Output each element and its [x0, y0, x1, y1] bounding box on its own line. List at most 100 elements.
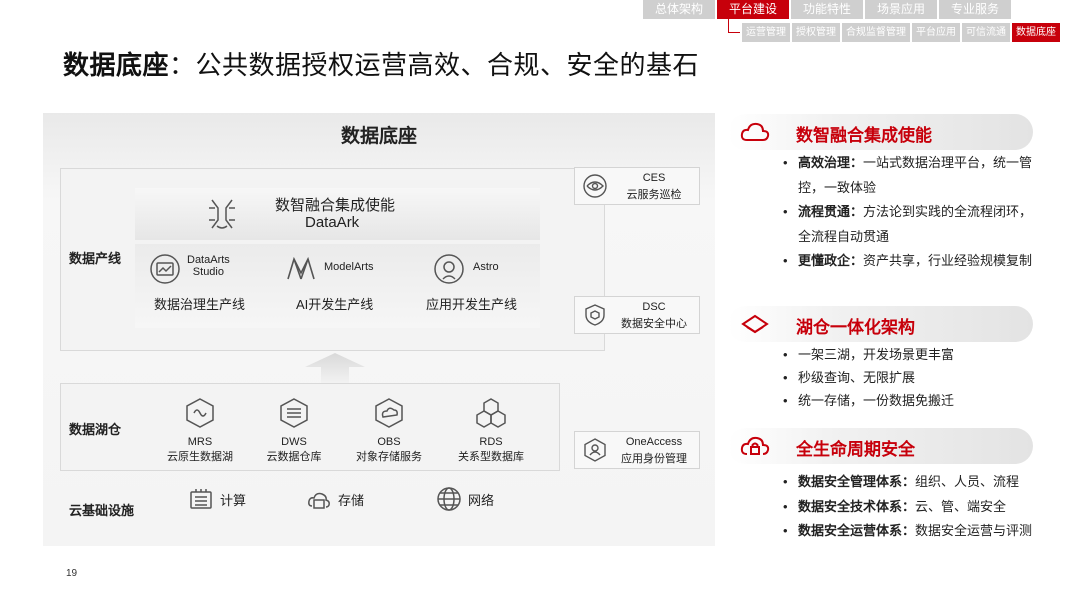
bullet-bold: 更懂政企：	[798, 253, 864, 268]
section-title-security: 全生命周期安全	[796, 440, 915, 459]
astro-label: 应用开发生产线	[426, 297, 518, 312]
nav-tab-features[interactable]: 功能特性	[791, 0, 863, 19]
rds-name: RDS	[479, 436, 503, 448]
section-banner-integration: 数智融合集成使能	[728, 114, 1033, 150]
infra-compute-label: 计算	[220, 492, 247, 508]
ces-label: 云服务巡检	[626, 189, 682, 201]
infra-network-label: 网络	[468, 492, 495, 508]
layer-label-lake: 数据湖仓	[69, 422, 122, 437]
side-box-oneaccess: OneAccess 应用身份管理	[574, 431, 700, 469]
bullets-lakehouse: 一架三湖，开发场景更丰富 秒级查询、无限扩展 统一存储，一份数据免搬迁	[783, 343, 954, 412]
infra-network: 网络	[436, 486, 494, 512]
bullet-bold: 流程贯通：	[798, 204, 864, 219]
subtab-authorization[interactable]: 授权管理	[792, 23, 840, 42]
bullet-text: 一架三湖，开发场景更丰富	[798, 347, 955, 362]
oneaccess-icon	[584, 438, 606, 462]
bullet-text: 资产共享，行业经验规模复制	[863, 253, 1033, 268]
obs-name: OBS	[377, 436, 401, 448]
nav-tab-services[interactable]: 专业服务	[939, 0, 1011, 19]
lake-item-dws: DWS 云数据仓库	[249, 397, 339, 464]
bullet-item: 一架三湖，开发场景更丰富	[783, 343, 954, 366]
architecture-diagram: 数据底座 数据产线 数智融合集成使能 DataArk DataArts Stud…	[43, 113, 715, 546]
subtab-trusted-flow[interactable]: 可信流通	[962, 23, 1010, 42]
bullet-text: 统一存储，一份数据免搬迁	[798, 393, 955, 408]
dsc-label: 数据安全中心	[621, 318, 687, 330]
modelarts-label: AI开发生产线	[296, 297, 374, 312]
lake-item-rds: RDS 关系型数据库	[446, 397, 536, 464]
astro-icon	[434, 254, 464, 284]
dataark-name: 数智融合集成使能	[275, 197, 396, 214]
subtab-data-base[interactable]: 数据底座	[1012, 23, 1060, 42]
astro-name: Astro	[473, 261, 499, 273]
page-title: 数据底座：公共数据授权运营高效、合规、安全的基石	[63, 45, 699, 82]
compute-icon	[190, 489, 212, 509]
section-banner-lakehouse: 湖仓一体化架构	[728, 306, 1033, 342]
section-title-lakehouse: 湖仓一体化架构	[796, 318, 915, 337]
bullet-text: 数据安全运营与评测	[915, 523, 1033, 538]
dataarts-label: 数据治理生产线	[154, 297, 246, 312]
oneaccess-label: 应用身份管理	[621, 453, 687, 465]
bullet-bold: 数据安全技术体系：	[798, 498, 916, 514]
diagram-title: 数据底座	[340, 126, 417, 147]
dataarts-name-l1: DataArts Studio	[187, 254, 230, 278]
modelarts-name: ModelArts	[324, 261, 374, 273]
rds-icon	[476, 398, 506, 428]
network-icon	[437, 487, 461, 511]
infra-compute: 计算	[188, 486, 246, 512]
ces-name: CES	[642, 172, 666, 184]
bullet-item: 数据安全运营体系：数据安全运营与评测	[783, 519, 1032, 544]
page-number: 19	[66, 568, 78, 579]
top-nav: 总体架构 平台建设 功能特性 场景应用 专业服务	[643, 0, 1011, 19]
bullet-bold: 数据安全运营体系：	[798, 523, 916, 538]
layer-label-infra: 云基础设施	[69, 503, 135, 518]
cloud-icon	[740, 122, 770, 141]
page-title-bold: 数据底座	[63, 50, 170, 80]
section-title-integration: 数智融合集成使能	[796, 126, 932, 145]
bullet-item: 统一存储，一份数据免搬迁	[783, 389, 954, 412]
subtab-platform-apps[interactable]: 平台应用	[912, 23, 960, 42]
dataarts-name: DataArts Studio	[187, 254, 230, 278]
obs-label: 对象存储服务	[356, 451, 422, 463]
production-lines: DataArts Studio 数据治理生产线 ModelArts AI开发生产…	[135, 244, 540, 328]
section-banner-security: 全生命周期安全	[728, 428, 1033, 464]
bullet-bold: 数据安全管理体系：	[798, 474, 916, 489]
bullet-item: 流程贯通：方法论到实践的全流程闭环，全流程自动贯通	[783, 200, 1045, 249]
mrs-name: MRS	[187, 436, 213, 448]
mrs-label: 云原生数据湖	[167, 451, 233, 463]
oneaccess-name: OneAccess	[625, 436, 683, 448]
bullets-security: 数据安全管理体系：组织、人员、流程 数据安全技术体系：云、管、端安全 数据安全运…	[783, 470, 1032, 544]
bullet-text: 组织、人员、流程	[915, 474, 1020, 489]
dws-label: 云数据仓库	[266, 451, 322, 463]
rds-label: 关系型数据库	[458, 451, 524, 463]
dws-name: DWS	[281, 436, 307, 448]
layer-label-production: 数据产线	[69, 251, 122, 266]
dsc-shield-icon	[585, 304, 605, 326]
bullet-bold: 高效治理：	[798, 155, 864, 170]
obs-icon	[375, 398, 403, 428]
upward-arrow	[305, 353, 365, 383]
side-box-ces: CES 云服务巡检	[574, 167, 700, 205]
bullet-item: 数据安全管理体系：组织、人员、流程	[783, 470, 1032, 495]
page-title-rest: ：公共数据授权运营高效、合规、安全的基石	[169, 50, 700, 80]
mrs-icon	[186, 398, 214, 428]
dsc-name: DSC	[642, 301, 666, 313]
subtab-compliance[interactable]: 合规监督管理	[842, 23, 910, 42]
infra-storage-label: 存储	[338, 492, 365, 508]
bullet-item: 秒级查询、无限扩展	[783, 366, 954, 389]
sub-nav: 运营管理 授权管理 合规监督管理 平台应用 可信流通 数据底座	[742, 23, 1060, 42]
dws-icon	[280, 398, 308, 428]
nav-connector	[728, 17, 740, 33]
modelarts-icon	[287, 256, 315, 280]
bullet-item: 数据安全技术体系：云、管、端安全	[783, 495, 1032, 520]
nav-tab-scenarios[interactable]: 场景应用	[865, 0, 937, 19]
bullet-item: 高效治理：一站式数据治理平台，统一管控，一致体验	[783, 151, 1033, 200]
cloud-lock-icon	[740, 436, 770, 455]
nav-tab-overall-architecture[interactable]: 总体架构	[643, 0, 715, 19]
dataark-box: 数智融合集成使能 DataArk	[135, 188, 540, 240]
bullets-integration: 高效治理：一站式数据治理平台，统一管控，一致体验 流程贯通：方法论到实践的全流程…	[783, 151, 1045, 274]
diamond-icon	[741, 314, 769, 334]
subtab-operations[interactable]: 运营管理	[742, 23, 790, 42]
storage-icon	[308, 492, 330, 509]
dataarts-icon	[150, 254, 180, 284]
bullet-item: 更懂政企：资产共享，行业经验规模复制	[783, 249, 1033, 274]
